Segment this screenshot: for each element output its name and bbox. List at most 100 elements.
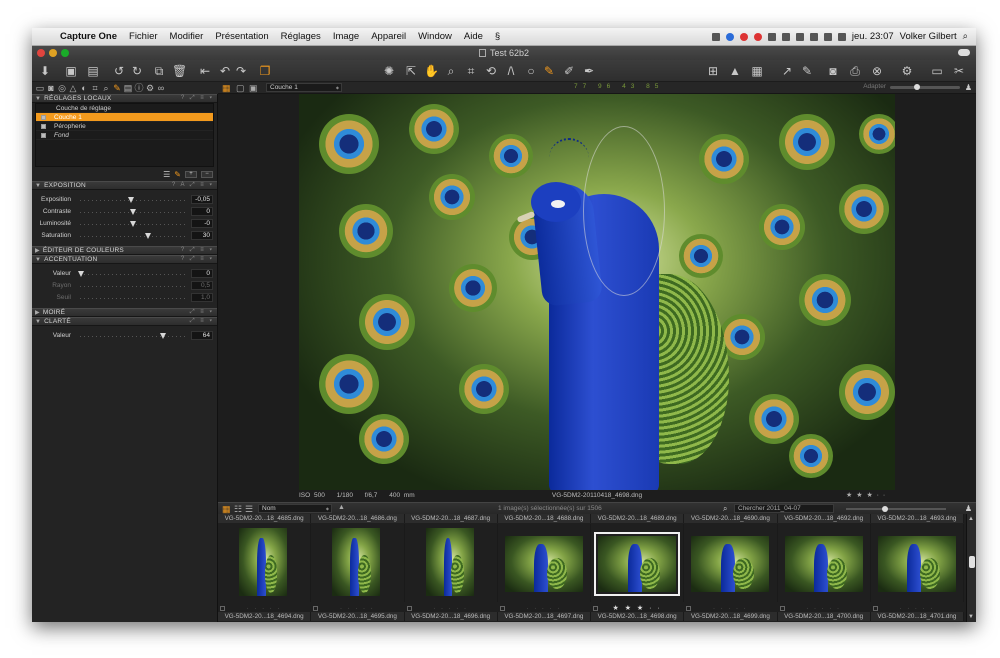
focus-mask-icon[interactable]: ▦ <box>750 63 764 79</box>
slider-value-field[interactable]: 30 <box>191 231 213 240</box>
layer-checkbox[interactable] <box>41 124 46 129</box>
rotate-right-icon[interactable]: ↻ <box>130 63 144 79</box>
moire-header[interactable]: ▶ MOIRÉ ⤢ ≡ ▾ <box>32 308 217 317</box>
thumbnail-cell[interactable]: · · · · · <box>684 524 778 612</box>
process-icon[interactable]: ▤ <box>86 63 100 79</box>
browser-scrollbar[interactable]: ▲ ▼ <box>966 514 976 622</box>
brush-icon[interactable]: ✎ <box>542 63 556 79</box>
sort-direction-icon[interactable]: ▲ <box>338 504 345 511</box>
select-cursor-icon[interactable]: ⇱ <box>404 63 418 79</box>
add-layer-button[interactable]: + <box>185 170 197 178</box>
slider-value-field[interactable]: 0 <box>191 269 213 278</box>
thumbnail-image[interactable] <box>332 528 381 596</box>
slider-track[interactable] <box>80 274 186 275</box>
tab-batch-icon[interactable]: ∞ <box>156 83 166 93</box>
thumbnail-image[interactable] <box>504 536 583 592</box>
thumbnail-filename[interactable]: VG-5DM2-20...18_4697.dng <box>497 612 591 621</box>
section-options-icons[interactable]: ? ⤢ ≡ ▾ <box>181 247 214 254</box>
thumbnail-image[interactable] <box>239 528 287 596</box>
zoom-slider[interactable] <box>890 84 960 90</box>
exposure-header[interactable]: ▼ EXPOSITION ? A ⤢ ≡ ▾ <box>32 181 217 190</box>
thumbnail-cell-selected[interactable]: ★ ★ ★ · · <box>591 524 685 612</box>
image-viewer[interactable]: ISO 500 1/180 f/6,7 400 mm VG-5DM2-20110… <box>218 94 976 502</box>
tab-exposure-icon[interactable]: △ <box>68 83 78 93</box>
layer-menu-icon[interactable]: ☰ <box>163 170 170 179</box>
user-icon[interactable]: ♟ <box>965 504 972 513</box>
compare-view-icon[interactable]: ▣ <box>249 83 258 94</box>
clarity-header[interactable]: ▼ CLARTÉ ⤢ ≡ ▾ <box>32 317 217 326</box>
color-picker-icon[interactable]: ✐ <box>562 63 576 79</box>
layer-row-couche-1[interactable]: Couche 1 <box>36 113 213 122</box>
slider-value-field[interactable]: 1,0 <box>191 293 213 302</box>
camera-icon[interactable]: ◙ <box>826 63 840 79</box>
menubar-user[interactable]: Volker Gilbert <box>900 31 957 42</box>
undo-icon[interactable]: ↶ <box>218 63 232 79</box>
color-editor-header[interactable]: ▶ ÉDITEUR DE COULEURS ? ⤢ ≡ ▾ <box>32 246 217 255</box>
slider-value-field[interactable]: 64 <box>191 331 213 340</box>
tray-wifi-icon[interactable] <box>809 32 818 41</box>
pan-hand-icon[interactable]: ✋ <box>424 63 439 79</box>
search-input[interactable]: Chercher 2011_04-07 <box>734 504 834 513</box>
thumbnail-cell[interactable]: · · · · · <box>405 524 498 612</box>
section-options-icons[interactable]: ? ⤢ ≡ ▾ <box>181 256 214 263</box>
menu-presentation[interactable]: Présentation <box>209 31 274 42</box>
layer-row-adjustment[interactable]: Couche de réglage <box>36 104 213 113</box>
remove-layer-button[interactable]: − <box>201 170 213 178</box>
collapse-arrow-icon[interactable]: ▼ <box>35 96 41 102</box>
thumbnail-filename[interactable]: VG-5DM2-20...18_4685.dng <box>218 514 312 523</box>
tray-app-icon[interactable] <box>739 32 748 41</box>
thumbnail-cell[interactable]: · · · · · <box>218 524 312 612</box>
tab-output-icon[interactable]: ▤ <box>123 83 133 93</box>
tab-details-icon[interactable]: ⌕ <box>101 83 111 93</box>
thumbnail-cell[interactable]: · · · · · <box>498 524 591 612</box>
thumbnail-filename[interactable]: VG-5DM2-20...18_4690.dng <box>684 514 778 523</box>
slider-track[interactable] <box>80 200 186 201</box>
menu-appareil[interactable]: Appareil <box>365 31 412 42</box>
slider-track[interactable] <box>80 286 186 287</box>
menu-modifier[interactable]: Modifier <box>164 31 210 42</box>
slider-value-field[interactable]: -0,05 <box>191 195 213 204</box>
thumbnail-filename[interactable]: VG-5DM2-20...18_4686.dng <box>311 514 405 523</box>
rotate-tool-icon[interactable]: ⟲ <box>484 63 498 79</box>
tab-color-icon[interactable]: ◎ <box>57 83 67 93</box>
tab-metadata-icon[interactable]: ⓘ <box>134 83 144 93</box>
collapse-arrow-icon[interactable]: ▼ <box>35 319 41 325</box>
layer-checkbox[interactable] <box>41 133 46 138</box>
single-view-icon[interactable]: ▢ <box>236 83 245 94</box>
move-to-icon[interactable]: ⧉ <box>152 63 166 79</box>
copy-apply-icon[interactable]: ❐ <box>258 63 272 79</box>
slider-value-field[interactable]: 0,5 <box>191 281 213 290</box>
tray-menuextra-icon[interactable] <box>711 32 720 41</box>
expand-arrow-icon[interactable]: ▶ <box>35 309 40 316</box>
thumbnail-filename[interactable]: VG-5DM2-20...18_4688.dng <box>497 514 591 523</box>
tab-lens-icon[interactable]: ◐ <box>79 83 89 93</box>
capture-icon[interactable]: ▣ <box>64 63 78 79</box>
layer-checkbox[interactable] <box>41 115 46 120</box>
trash-icon[interactable]: 🗑 <box>172 63 187 79</box>
thumbnail-filename[interactable]: VG-5DM2-20...18_4700.dng <box>777 612 871 621</box>
script-menu-icon[interactable]: § <box>489 31 506 42</box>
tab-capture-icon[interactable]: ◙ <box>46 83 56 93</box>
toolbar-toggle-button[interactable] <box>958 49 970 56</box>
menu-reglages[interactable]: Réglages <box>275 31 327 42</box>
tab-library-icon[interactable]: ▭ <box>35 83 45 93</box>
viewer-rating-stars[interactable]: ★ ★ ★ · · <box>846 491 886 499</box>
thumbnail-filename[interactable]: VG-5DM2-20...18_4696.dng <box>404 612 498 621</box>
user-icon[interactable]: ♟ <box>965 83 972 92</box>
menu-window[interactable]: Window <box>412 31 458 42</box>
sort-dropdown[interactable]: Nom <box>258 504 332 513</box>
thumbnail-cell[interactable]: · · · · · <box>311 524 405 612</box>
thumbnail-cell[interactable]: · · · · · <box>778 524 871 612</box>
exposure-warning-icon[interactable]: ▲ <box>728 63 742 79</box>
tray-alert-icon[interactable] <box>753 32 762 41</box>
thumbnail-filename[interactable]: VG-5DM2-20...18_4689.dng <box>591 514 685 523</box>
collapse-arrow-icon[interactable]: ▼ <box>35 183 41 189</box>
import-icon[interactable]: ⬇ <box>38 63 52 79</box>
tray-input-icon[interactable] <box>837 32 846 41</box>
tray-display-icon[interactable] <box>767 32 776 41</box>
layer-row-fond[interactable]: Fond <box>36 131 213 140</box>
menu-aide[interactable]: Aide <box>458 31 489 42</box>
redo-icon[interactable]: ↷ <box>234 63 248 79</box>
reset-icon[interactable]: ⇤ <box>198 63 212 79</box>
thumbnail-filename[interactable]: VG-5DM2-20...18_4699.dng <box>684 612 778 621</box>
